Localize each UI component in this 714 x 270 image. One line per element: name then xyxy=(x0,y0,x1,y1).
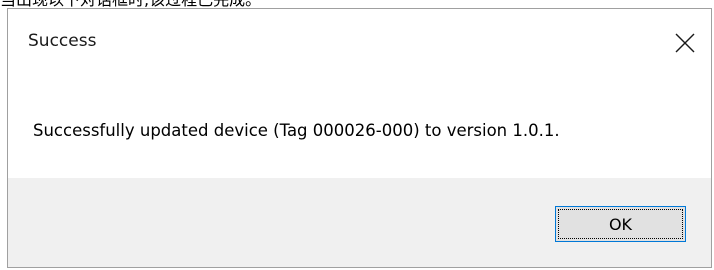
success-dialog: Success Successfully updated device (Tag… xyxy=(7,8,712,268)
close-icon xyxy=(675,33,695,53)
dialog-titlebar: Success xyxy=(8,9,711,79)
dialog-title: Success xyxy=(28,31,97,51)
dialog-footer: OK xyxy=(8,178,711,267)
ok-button-label: OK xyxy=(558,209,683,239)
dialog-message: Successfully updated device (Tag 000026-… xyxy=(33,121,560,140)
background-caption: 当出现以下对话框时,该过程已完成。 xyxy=(0,0,261,8)
ok-button[interactable]: OK xyxy=(555,206,686,242)
close-button[interactable] xyxy=(667,25,703,61)
